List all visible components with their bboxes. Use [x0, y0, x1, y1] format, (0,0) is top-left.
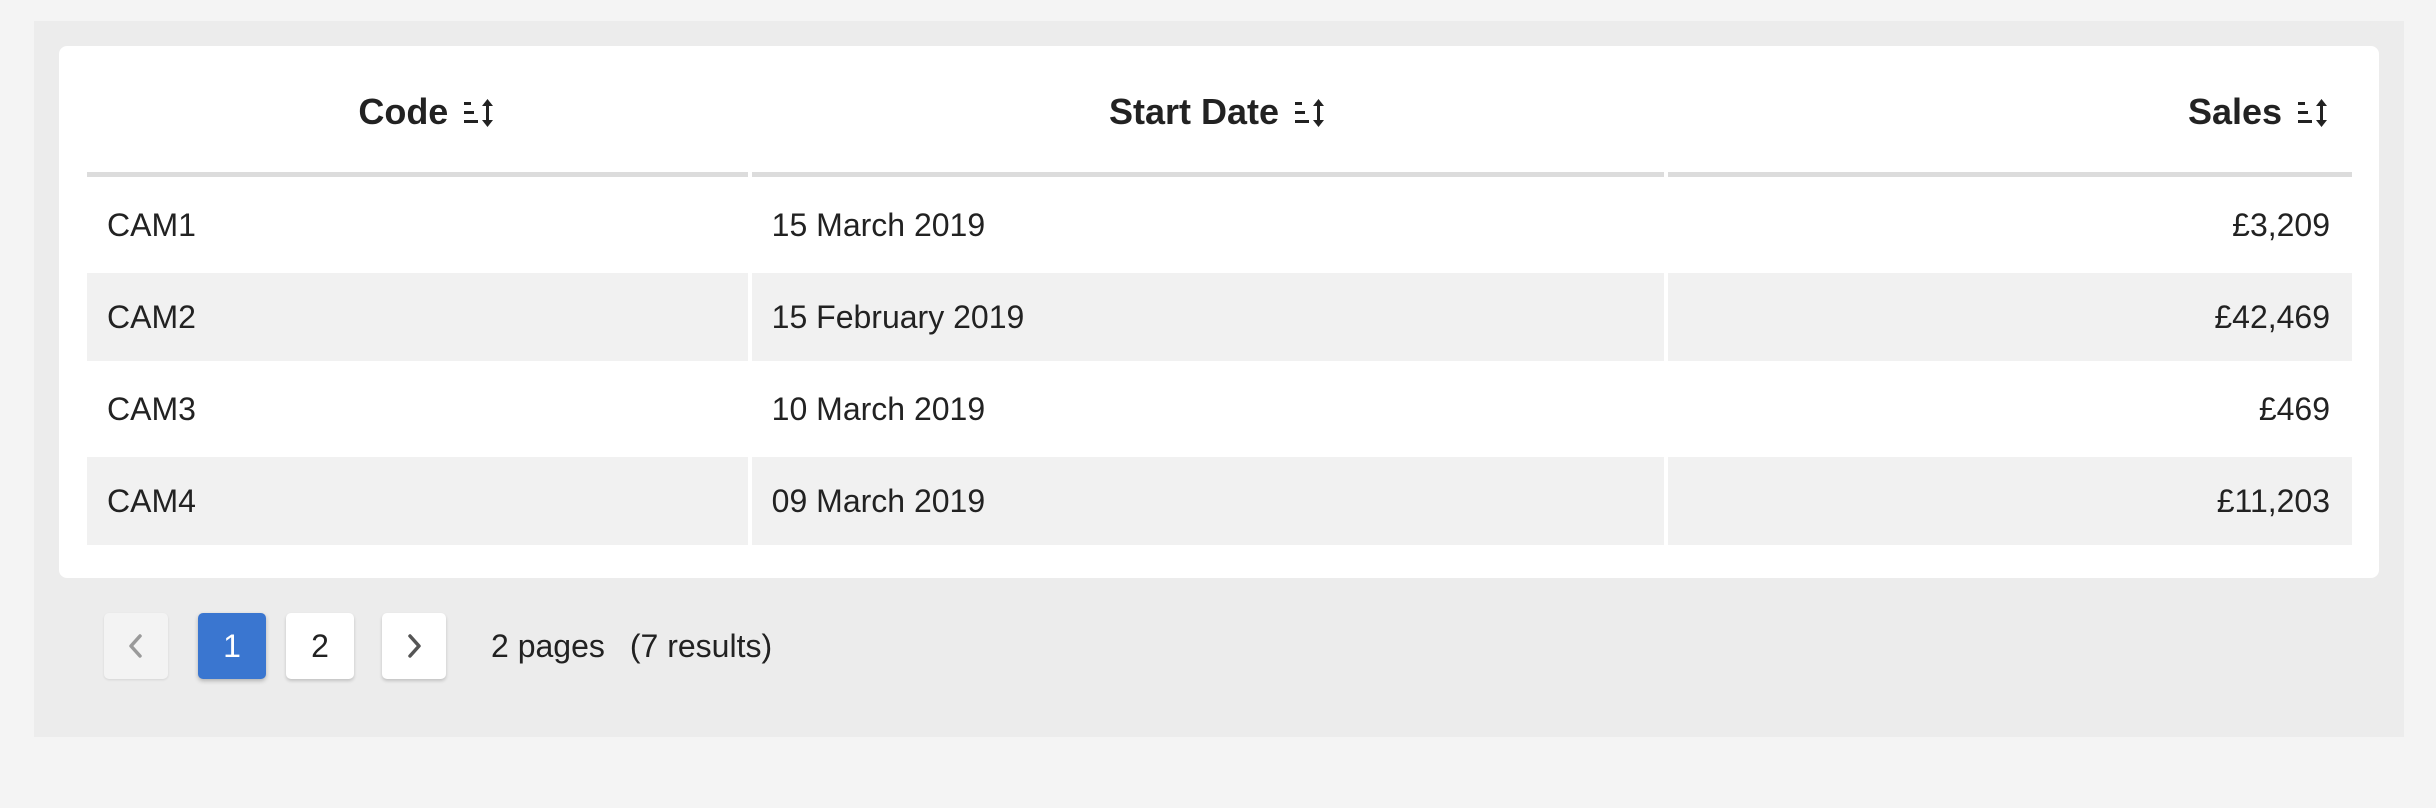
page-button-1[interactable]: 1 [198, 613, 266, 679]
column-header-label: Sales [2187, 91, 2283, 132]
table-card: Code Start Date Sales CAM1 15 March 2019… [59, 46, 2379, 578]
column-header-start-date[interactable]: Start Date [751, 46, 1665, 177]
pagination-summary: 2 pages (7 results) [491, 628, 772, 665]
cell-code: CAM1 [107, 206, 196, 243]
cell-start-date: 15 February 2019 [751, 273, 1665, 361]
column-header-label: Code [358, 91, 449, 132]
cell-sales: £42,469 [1668, 273, 2353, 361]
table-row: CAM4 09 March 2019 £11,203 [87, 453, 2353, 545]
cell-sales: £3,209 [2232, 206, 2331, 243]
next-page-button[interactable] [382, 613, 446, 679]
pagination: 1 2 2 pages (7 results) [104, 611, 772, 681]
table-container: Code Start Date Sales CAM1 15 March 2019… [34, 21, 2404, 737]
cell-start-date: 09 March 2019 [751, 457, 1665, 545]
cell-sales: £469 [2258, 390, 2331, 427]
cell-sales: £11,203 [1668, 457, 2353, 545]
column-header-code[interactable]: Code [87, 46, 748, 177]
sort-icon[interactable] [2296, 98, 2330, 128]
column-header-label: Start Date [1109, 91, 1280, 132]
table-header-row: Code Start Date Sales [87, 46, 2353, 177]
cell-start-date: 15 March 2019 [771, 206, 986, 243]
table-row: CAM3 10 March 2019 £469 [87, 361, 2352, 453]
sort-icon[interactable] [1293, 98, 1327, 128]
table-row: CAM2 15 February 2019 £42,469 [87, 269, 2353, 361]
previous-page-button[interactable] [104, 613, 168, 679]
cell-code: CAM2 [87, 273, 748, 361]
chevron-left-icon [129, 634, 142, 658]
cell-start-date: 10 March 2019 [771, 390, 986, 427]
cell-code: CAM3 [107, 390, 196, 427]
cell-code: CAM4 [87, 457, 748, 545]
page-count-text: 2 pages [491, 627, 605, 664]
sort-icon[interactable] [462, 98, 496, 128]
chevron-right-icon [408, 634, 421, 658]
column-header-sales[interactable]: Sales [1668, 46, 2353, 177]
data-table: Code Start Date Sales CAM1 15 March 2019… [87, 46, 2353, 545]
page-button-2[interactable]: 2 [286, 613, 354, 679]
table-row: CAM1 15 March 2019 £3,209 [87, 177, 2352, 269]
result-count-text: (7 results) [629, 627, 773, 664]
